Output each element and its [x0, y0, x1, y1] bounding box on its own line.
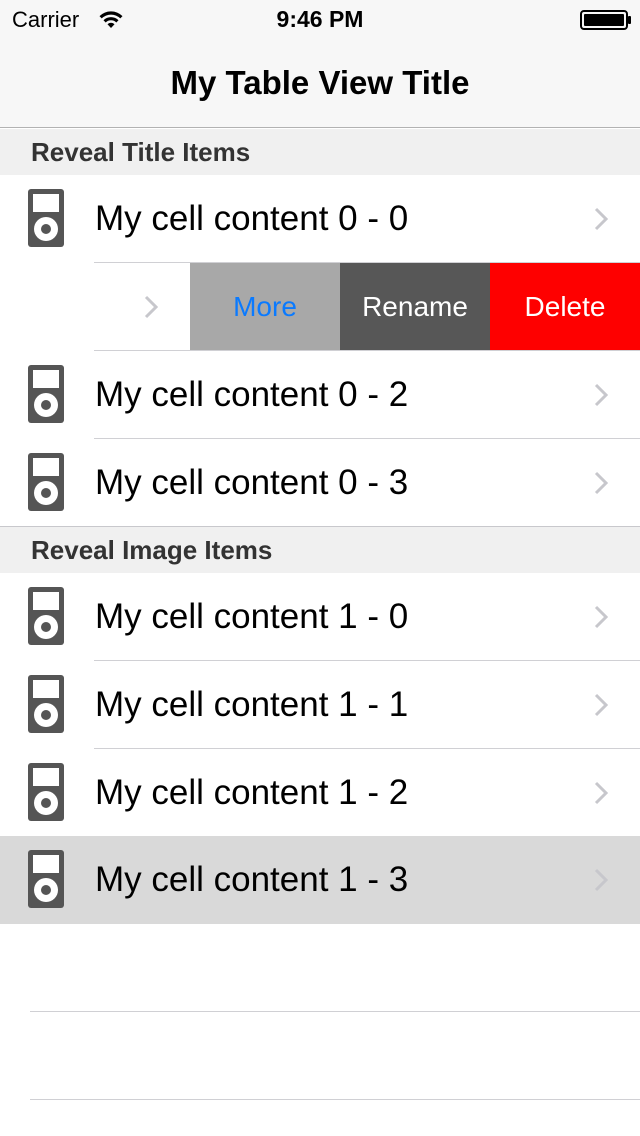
cell-label: My cell content 0 - 2 [95, 375, 409, 414]
ipod-icon [28, 675, 64, 733]
chevron-right-icon [594, 207, 608, 231]
status-time: 9:46 PM [276, 6, 364, 32]
cell-label: My cell content 1 - 0 [95, 597, 409, 636]
empty-row-separator [30, 1011, 640, 1012]
chevron-right-icon [594, 471, 608, 495]
section-header-label: Reveal Title Items [31, 137, 251, 167]
ipod-icon [28, 763, 64, 821]
chevron-right-icon [594, 781, 608, 805]
chevron-right-icon [594, 605, 608, 629]
table-row[interactable]: My cell content 0 - 3 [0, 439, 640, 527]
cell-label: My cell content 1 - 2 [95, 773, 409, 812]
ipod-icon [28, 453, 64, 511]
rename-button[interactable]: Rename [340, 263, 490, 351]
more-button[interactable]: More [190, 263, 340, 351]
battery-icon [580, 10, 631, 30]
empty-row-separator [30, 1099, 640, 1100]
delete-button[interactable]: Delete [490, 263, 640, 351]
section-header-reveal-image-items: Reveal Image Items [0, 527, 640, 573]
section-header-reveal-title-items: Reveal Title Items [0, 129, 640, 175]
table-row[interactable]: My cell content 0 - 0 [0, 175, 640, 263]
rename-button-label: Rename [362, 291, 468, 322]
table-row[interactable]: My cell content 1 - 0 [0, 573, 640, 661]
section-header-label: Reveal Image Items [31, 535, 273, 565]
ipod-icon [28, 587, 64, 645]
more-button-label: More [233, 291, 297, 322]
table-row[interactable]: My cell content 1 - 2 [0, 749, 640, 837]
chevron-right-icon [594, 693, 608, 717]
table-row[interactable]: My cell content 1 - 1 [0, 661, 640, 749]
row-separator [94, 262, 190, 263]
status-bar: Carrier 9:46 PM [0, 0, 640, 40]
table-row[interactable]: My cell content 0 - 2 [0, 351, 640, 439]
ipod-icon [28, 365, 64, 423]
page-title: My Table View Title [170, 64, 470, 101]
cell-label: My cell content 1 - 1 [95, 685, 409, 724]
table-row-selected[interactable]: My cell content 1 - 3 [0, 836, 640, 924]
chevron-right-icon [144, 295, 158, 319]
table-row-swiped[interactable]: More Rename Delete [0, 263, 640, 351]
chevron-right-icon [594, 383, 608, 407]
cell-label: My cell content 1 - 3 [95, 860, 409, 899]
cell-label: My cell content 0 - 0 [95, 199, 409, 238]
delete-button-label: Delete [524, 291, 606, 322]
ipod-icon [28, 850, 64, 908]
chevron-right-icon [594, 868, 608, 892]
navigation-bar: My Table View Title [0, 40, 640, 128]
cell-label: My cell content 0 - 3 [95, 463, 409, 502]
ipod-icon [28, 189, 64, 247]
